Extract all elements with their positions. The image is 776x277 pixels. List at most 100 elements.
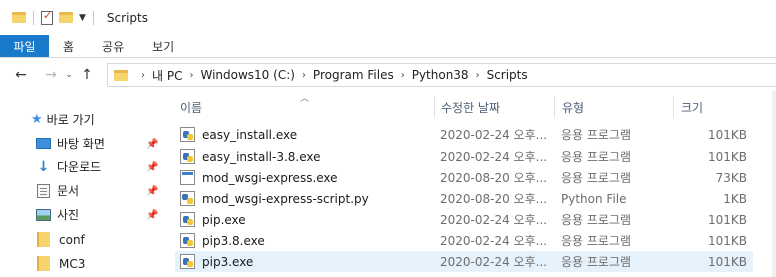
file-date: 2020-08-20 오후... bbox=[440, 192, 548, 206]
folder-icon bbox=[12, 12, 26, 23]
documents-icon bbox=[37, 183, 50, 198]
tab-share[interactable]: 공유 bbox=[88, 35, 138, 57]
back-arrow-icon[interactable]: ← bbox=[10, 67, 32, 83]
file-date: 2020-08-20 오후... bbox=[440, 171, 548, 185]
column-header-type[interactable]: 유형 bbox=[562, 96, 672, 118]
sidebar-item-documents[interactable]: 문서 bbox=[37, 182, 79, 199]
file-row-mod-wsgi-express-exe[interactable]: mod_wsgi-express.exe 2020-08-20 오후... 응용… bbox=[175, 167, 753, 188]
quick-access-toolbar: ▼ bbox=[12, 9, 101, 25]
sidebar-item-label: MC3 bbox=[59, 256, 86, 271]
file-size: 101KB bbox=[707, 254, 747, 269]
properties-icon[interactable] bbox=[41, 9, 53, 25]
title-bar: ▼ Scripts bbox=[0, 0, 776, 35]
folder-icon bbox=[114, 69, 128, 81]
file-type: Python File bbox=[561, 191, 627, 206]
breadcrumb-scripts[interactable]: Scripts bbox=[487, 68, 528, 82]
breadcrumb-this-pc[interactable]: 내 PC bbox=[152, 67, 182, 84]
navigation-pane: ★ 바로 가기 바탕 화면 📌 ↓ 다운로드 📌 문서 📌 사진 📌 conf … bbox=[0, 91, 170, 277]
address-bar[interactable]: › 내 PC › Windows10 (C:) › Program Files … bbox=[107, 63, 776, 87]
sidebar-item-quick-access[interactable]: ★ 바로 가기 bbox=[31, 111, 95, 128]
toolbar-divider bbox=[33, 10, 34, 25]
python-exe-icon bbox=[180, 127, 195, 142]
file-type: 응용 프로그램 bbox=[561, 128, 632, 142]
column-header-date[interactable]: 수정한 날짜 bbox=[441, 96, 551, 118]
sidebar-item-desktop[interactable]: 바탕 화면 bbox=[36, 135, 105, 152]
file-row-pip38[interactable]: pip3.8.exe 2020-02-24 오후... 응용 프로그램 101K… bbox=[175, 230, 753, 251]
column-divider[interactable] bbox=[434, 96, 435, 118]
tab-home[interactable]: 홈 bbox=[49, 35, 88, 57]
file-row-pip3[interactable]: pip3.exe 2020-02-24 오후... 응용 프로그램 101KB bbox=[175, 251, 753, 272]
file-size: 101KB bbox=[707, 212, 747, 227]
file-name: pip3.8.exe bbox=[202, 233, 265, 248]
file-list: ︿ 이름 수정한 날짜 유형 크기 easy_install.exe 2020-… bbox=[170, 91, 776, 277]
star-icon: ★ bbox=[31, 112, 43, 127]
sidebar-item-downloads[interactable]: ↓ 다운로드 bbox=[36, 158, 102, 175]
chevron-right-icon[interactable]: › bbox=[189, 70, 193, 81]
file-row-easy-install-38[interactable]: easy_install-3.8.exe 2020-02-24 오후... 응용… bbox=[175, 146, 753, 167]
column-divider[interactable] bbox=[673, 96, 674, 118]
tab-view[interactable]: 보기 bbox=[138, 35, 188, 57]
navigation-bar: ← → ⌄ ↑ › 내 PC › Windows10 (C:) › Progra… bbox=[0, 59, 776, 91]
file-name: pip.exe bbox=[202, 212, 246, 227]
vertical-scrollbar[interactable] bbox=[772, 91, 776, 277]
file-size: 101KB bbox=[707, 149, 747, 164]
sidebar-item-mc3[interactable]: MC3 bbox=[37, 256, 85, 271]
forward-arrow-icon[interactable]: → bbox=[40, 67, 62, 83]
tab-file[interactable]: 파일 bbox=[0, 35, 49, 57]
up-arrow-icon[interactable]: ↑ bbox=[76, 67, 98, 83]
window-title: Scripts bbox=[106, 10, 148, 25]
file-type: 응용 프로그램 bbox=[561, 171, 632, 185]
recent-locations-chevron-icon[interactable]: ⌄ bbox=[62, 70, 76, 80]
ribbon-tabs: 파일 홈 공유 보기 bbox=[0, 35, 776, 58]
desktop-icon bbox=[36, 138, 51, 149]
sidebar-item-label: 사진 bbox=[57, 208, 80, 222]
file-date: 2020-02-24 오후... bbox=[440, 128, 548, 142]
file-type: 응용 프로그램 bbox=[561, 234, 632, 248]
file-size: 1KB bbox=[723, 191, 747, 206]
chevron-right-icon[interactable]: › bbox=[476, 70, 480, 81]
python-exe-icon bbox=[180, 212, 195, 227]
python-exe-icon bbox=[180, 149, 195, 164]
download-icon: ↓ bbox=[37, 158, 50, 175]
python-file-icon bbox=[180, 191, 195, 206]
file-row-easy-install[interactable]: easy_install.exe 2020-02-24 오후... 응용 프로그… bbox=[175, 124, 753, 145]
file-date: 2020-02-24 오후... bbox=[440, 213, 548, 227]
file-size: 73KB bbox=[715, 170, 747, 185]
customize-toolbar-chevron-icon[interactable]: ▼ bbox=[79, 13, 86, 23]
file-date: 2020-02-24 오후... bbox=[440, 255, 548, 269]
pictures-icon bbox=[36, 208, 51, 221]
breadcrumb-python38[interactable]: Python38 bbox=[412, 68, 469, 82]
chevron-right-icon[interactable]: › bbox=[302, 70, 306, 81]
breadcrumb-program-files[interactable]: Program Files bbox=[313, 68, 394, 82]
file-size: 101KB bbox=[707, 233, 747, 248]
sidebar-item-label: 바로 가기 bbox=[46, 113, 95, 127]
sidebar-item-label: conf bbox=[59, 232, 85, 247]
chevron-right-icon[interactable]: › bbox=[141, 70, 145, 81]
file-date: 2020-02-24 오후... bbox=[440, 150, 548, 164]
file-name: pip3.exe bbox=[202, 254, 254, 269]
pin-icon[interactable]: 📌 bbox=[146, 162, 158, 173]
pin-icon[interactable]: 📌 bbox=[146, 186, 158, 197]
chevron-right-icon[interactable]: › bbox=[401, 70, 405, 81]
file-date: 2020-02-24 오후... bbox=[440, 234, 548, 248]
file-type: 응용 프로그램 bbox=[561, 150, 632, 164]
column-divider[interactable] bbox=[554, 96, 555, 118]
file-row-pip[interactable]: pip.exe 2020-02-24 오후... 응용 프로그램 101KB bbox=[175, 209, 753, 230]
python-exe-icon bbox=[180, 233, 195, 248]
python-exe-icon bbox=[180, 254, 195, 269]
sidebar-item-label: 문서 bbox=[57, 184, 80, 198]
pin-icon[interactable]: 📌 bbox=[146, 210, 158, 221]
column-header-size[interactable]: 크기 bbox=[681, 96, 751, 118]
file-name: mod_wsgi-express-script.py bbox=[202, 191, 369, 206]
file-row-mod-wsgi-express-script[interactable]: mod_wsgi-express-script.py 2020-08-20 오후… bbox=[175, 188, 753, 209]
file-size: 101KB bbox=[707, 127, 747, 142]
column-header-name[interactable]: 이름 bbox=[180, 96, 430, 118]
sidebar-item-label: 다운로드 bbox=[57, 160, 102, 174]
sidebar-item-conf[interactable]: conf bbox=[37, 232, 85, 247]
sidebar-item-pictures[interactable]: 사진 bbox=[36, 206, 79, 223]
new-folder-icon[interactable] bbox=[59, 12, 73, 23]
file-name: easy_install-3.8.exe bbox=[202, 149, 321, 164]
breadcrumb-drive[interactable]: Windows10 (C:) bbox=[200, 68, 294, 82]
folder-icon bbox=[37, 232, 50, 247]
pin-icon[interactable]: 📌 bbox=[146, 139, 158, 150]
